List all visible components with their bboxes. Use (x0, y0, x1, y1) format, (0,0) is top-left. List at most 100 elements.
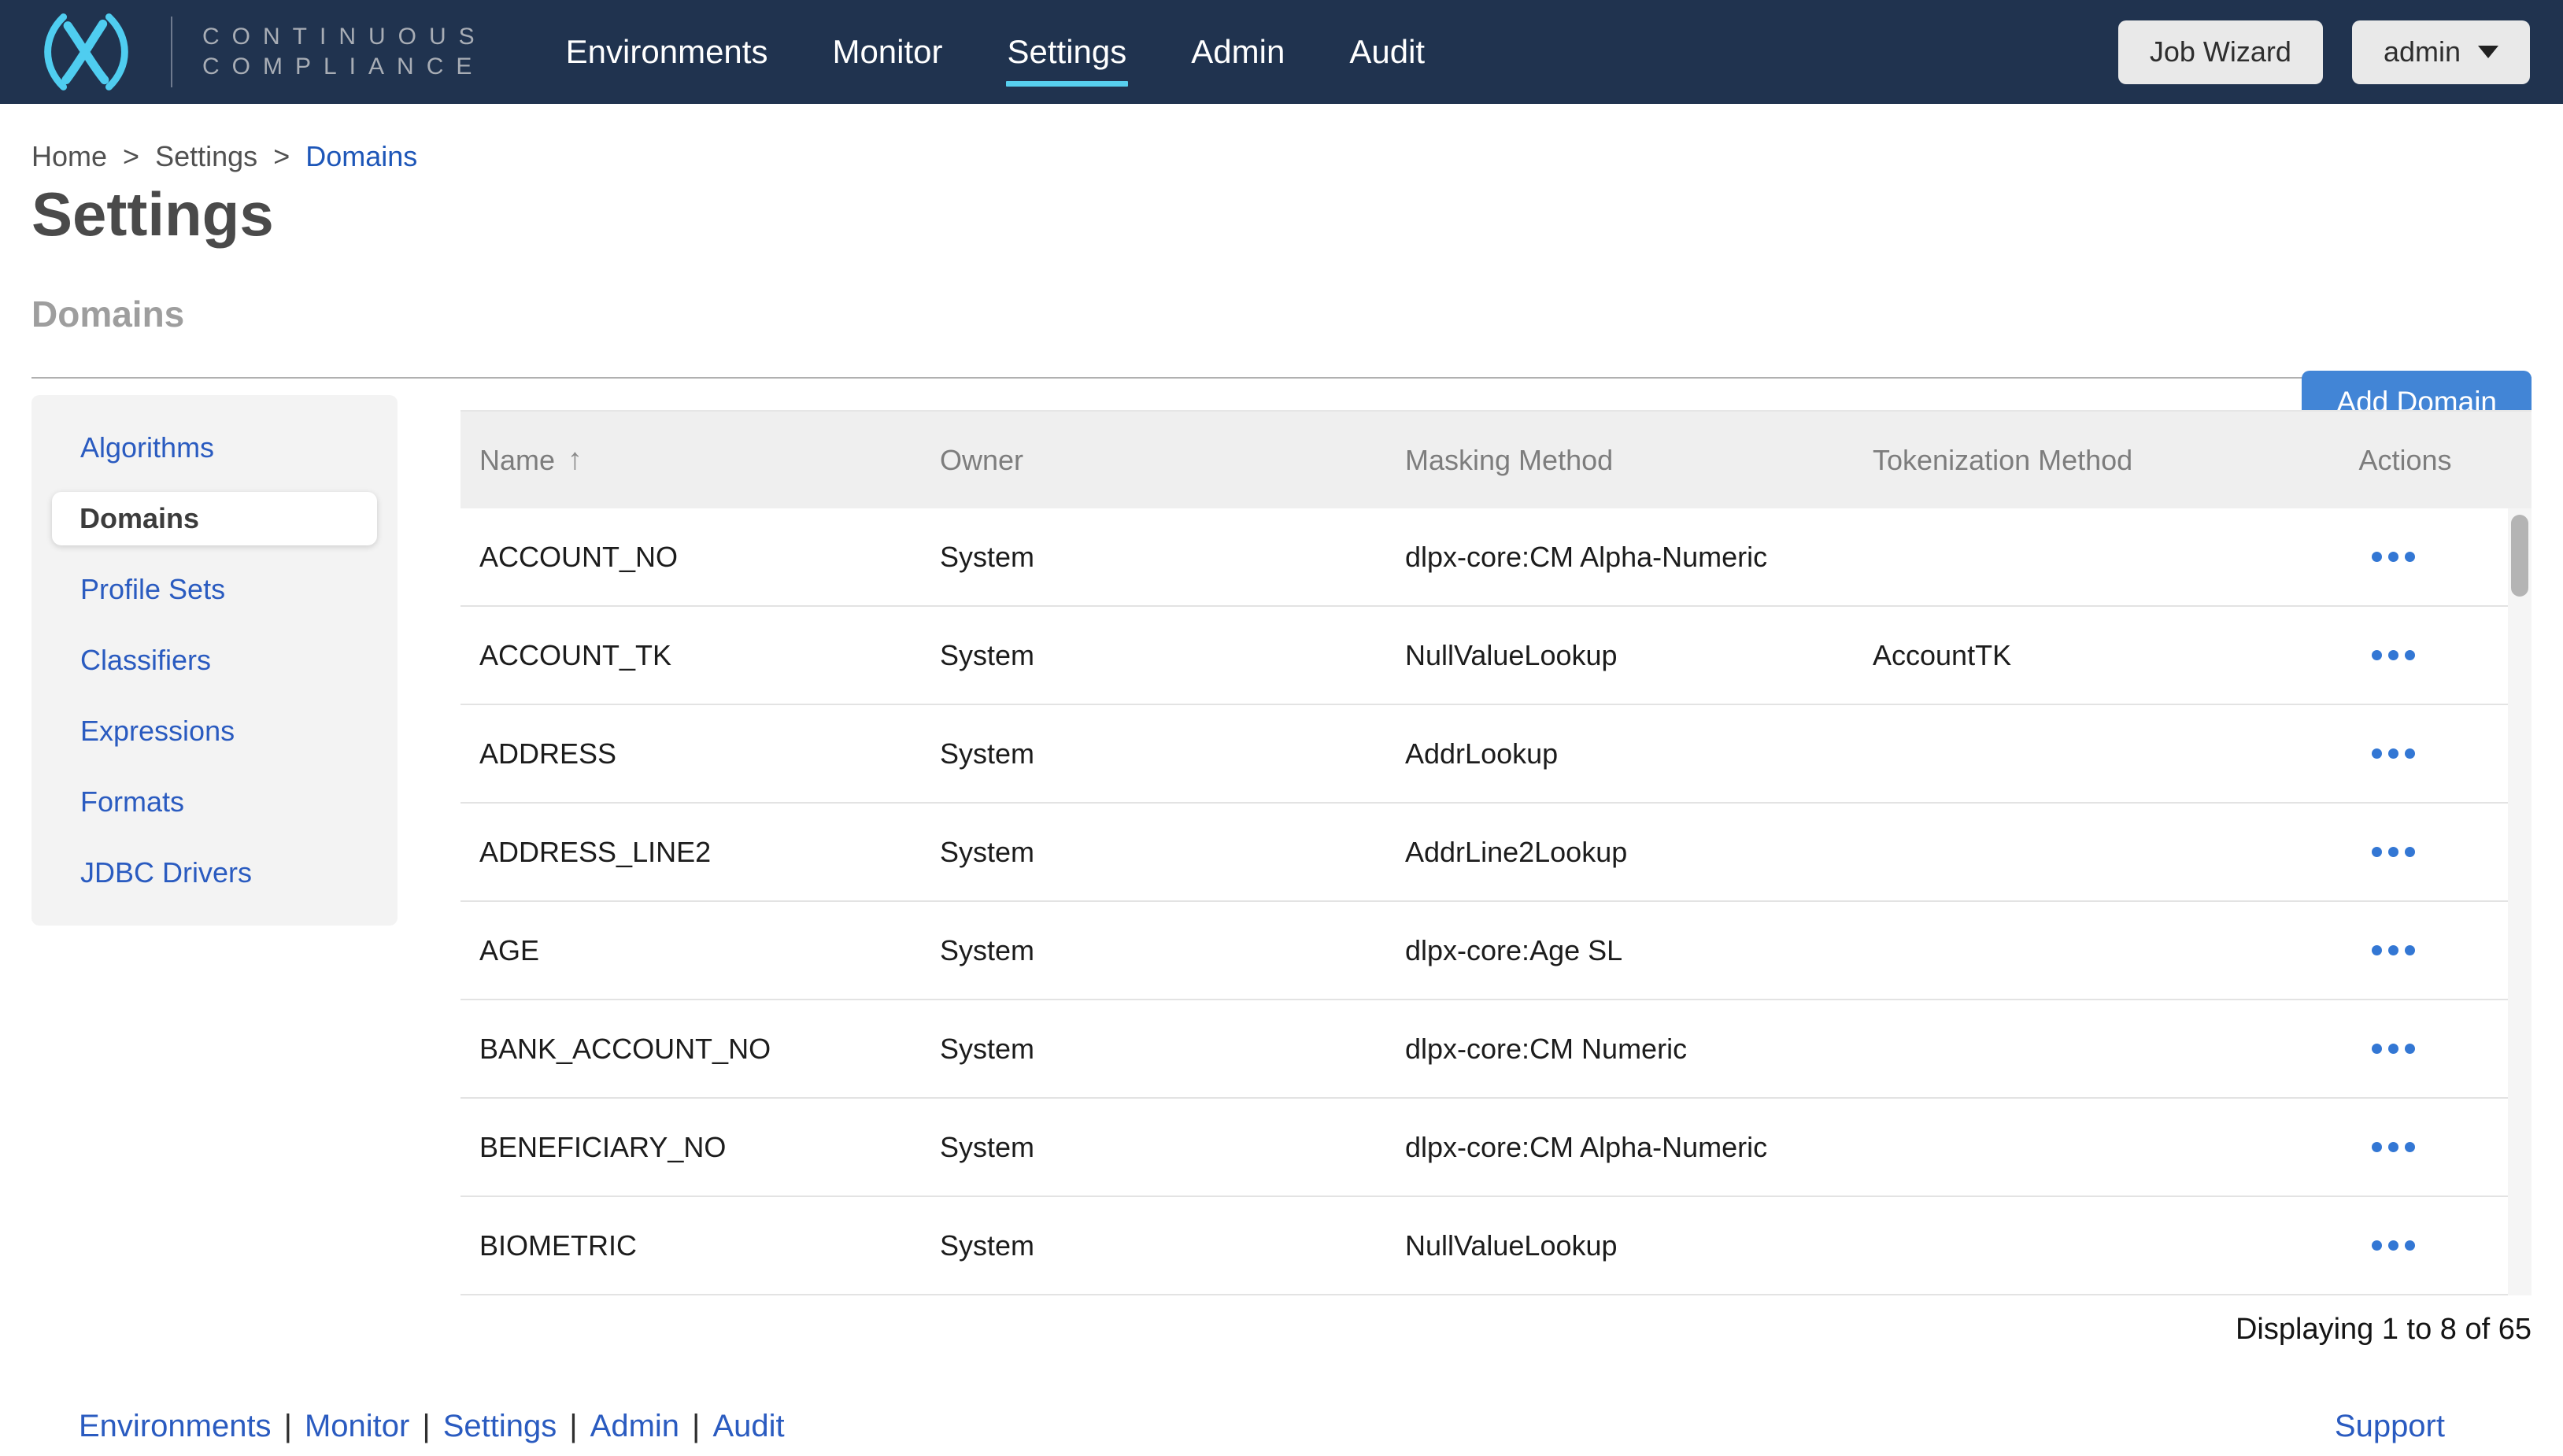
cell-masking-method: dlpx-core:CM Alpha-Numeric (1386, 1131, 1854, 1164)
cell-masking-method: AddrLookup (1386, 737, 1854, 770)
column-header-name[interactable]: Name ↑ (460, 443, 921, 477)
pagination-status: Displaying 1 to 8 of 65 (31, 1313, 2532, 1347)
table-body: ACCOUNT_NO System dlpx-core:CM Alpha-Num… (460, 508, 2508, 1295)
footer-nav: Environments | Monitor | Settings | Admi… (79, 1409, 785, 1444)
main-content: Home > Settings > Domains Settings Add D… (0, 140, 2563, 1347)
sidebar-item-label: Profile Sets (80, 573, 225, 606)
footer-link-settings[interactable]: Settings (443, 1409, 557, 1444)
primary-nav: Environments Monitor Settings Admin Audi… (566, 33, 1425, 71)
cell-name: ADDRESS_LINE2 (460, 836, 921, 869)
column-header-masking-method[interactable]: Masking Method (1386, 444, 1854, 477)
breadcrumb: Home > Settings > Domains (31, 140, 2532, 173)
sort-ascending-icon: ↑ (568, 443, 582, 477)
breadcrumb-settings[interactable]: Settings (155, 140, 257, 172)
sidebar-item-jdbc-drivers[interactable]: JDBC Drivers (31, 837, 398, 908)
sidebar-item-profile-sets[interactable]: Profile Sets (31, 554, 398, 625)
domains-table: Name ↑ Owner Masking Method Tokenization… (460, 410, 2532, 1295)
cell-owner: System (921, 639, 1386, 672)
cell-name: ACCOUNT_NO (460, 541, 921, 574)
nav-item-admin[interactable]: Admin (1191, 33, 1285, 71)
footer-separator: | (692, 1409, 700, 1444)
cell-masking-method: NullValueLookup (1386, 1229, 1854, 1262)
table-scrollbar-thumb[interactable] (2511, 515, 2528, 597)
row-actions-menu-icon[interactable] (2364, 1131, 2423, 1163)
column-header-actions: Actions (2307, 444, 2532, 477)
sidebar-item-label: Formats (80, 785, 184, 819)
footer-link-admin[interactable]: Admin (590, 1409, 679, 1444)
cell-owner: System (921, 836, 1386, 869)
nav-item-settings[interactable]: Settings (1008, 33, 1127, 71)
row-actions-menu-icon[interactable] (2364, 1033, 2423, 1065)
cell-owner: System (921, 737, 1386, 770)
sidebar-item-algorithms[interactable]: Algorithms (31, 412, 398, 483)
cell-name: ACCOUNT_TK (460, 639, 921, 672)
cell-masking-method: NullValueLookup (1386, 639, 1854, 672)
row-actions-menu-icon[interactable] (2364, 836, 2423, 868)
cell-masking-method: AddrLine2Lookup (1386, 836, 1854, 869)
cell-tokenization-method: AccountTK (1854, 639, 2307, 672)
footer-link-environments[interactable]: Environments (79, 1409, 272, 1444)
cell-owner: System (921, 1131, 1386, 1164)
top-navbar: CONTINUOUS COMPLIANCE Environments Monit… (0, 0, 2563, 104)
cell-name: BENEFICIARY_NO (460, 1131, 921, 1164)
table-row: BENEFICIARY_NO System dlpx-core:CM Alpha… (460, 1099, 2508, 1197)
navbar-actions: Job Wizard admin (2118, 20, 2530, 84)
column-header-owner[interactable]: Owner (921, 444, 1386, 477)
nav-item-environments[interactable]: Environments (566, 33, 768, 71)
table-row: AGE System dlpx-core:Age SL (460, 902, 2508, 1000)
table-row: ACCOUNT_NO System dlpx-core:CM Alpha-Num… (460, 508, 2508, 607)
footer-link-audit[interactable]: Audit (712, 1409, 784, 1444)
footer-separator: | (569, 1409, 577, 1444)
cell-masking-method: dlpx-core:Age SL (1386, 934, 1854, 967)
cell-name: BIOMETRIC (460, 1229, 921, 1262)
row-actions-menu-icon[interactable] (2364, 934, 2423, 966)
sidebar-item-domains[interactable]: Domains (52, 483, 377, 554)
brand-divider (171, 17, 172, 87)
sidebar-item-label: Classifiers (80, 644, 211, 677)
cell-name: ADDRESS (460, 737, 921, 770)
brand-name: CONTINUOUS COMPLIANCE (202, 22, 487, 82)
footer-separator: | (284, 1409, 292, 1444)
row-actions-menu-icon[interactable] (2364, 737, 2423, 770)
sidebar-item-classifiers[interactable]: Classifiers (31, 625, 398, 696)
cell-owner: System (921, 1033, 1386, 1066)
job-wizard-button[interactable]: Job Wizard (2118, 20, 2323, 84)
row-actions-menu-icon[interactable] (2364, 541, 2423, 573)
column-header-tokenization-method[interactable]: Tokenization Method (1854, 444, 2307, 477)
footer-link-monitor[interactable]: Monitor (305, 1409, 409, 1444)
table-row: BIOMETRIC System NullValueLookup (460, 1197, 2508, 1295)
table-row: ACCOUNT_TK System NullValueLookup Accoun… (460, 607, 2508, 705)
table-row: ADDRESS System AddrLookup (460, 705, 2508, 804)
brand-line-1: CONTINUOUS (202, 22, 487, 52)
caret-down-icon (2478, 46, 2498, 58)
nav-item-audit[interactable]: Audit (1349, 33, 1425, 71)
sidebar-item-formats[interactable]: Formats (31, 767, 398, 837)
table-header-row: Name ↑ Owner Masking Method Tokenization… (460, 410, 2532, 508)
sidebar-item-label: Domains (52, 492, 377, 545)
page-subtitle: Domains (31, 294, 2532, 334)
nav-item-monitor[interactable]: Monitor (832, 33, 942, 71)
sidebar-item-label: JDBC Drivers (80, 856, 252, 889)
brand-logo-link[interactable]: CONTINUOUS COMPLIANCE (33, 13, 487, 91)
breadcrumb-home[interactable]: Home (31, 140, 107, 172)
user-menu-button[interactable]: admin (2352, 20, 2530, 84)
table-row: ADDRESS_LINE2 System AddrLine2Lookup (460, 804, 2508, 902)
settings-sidebar: Algorithms Domains Profile Sets Classifi… (31, 395, 398, 926)
page-title: Settings (31, 179, 2532, 249)
sidebar-item-label: Algorithms (80, 431, 214, 464)
table-row: BANK_ACCOUNT_NO System dlpx-core:CM Nume… (460, 1000, 2508, 1099)
row-actions-menu-icon[interactable] (2364, 639, 2423, 671)
table-scrollbar-track[interactable] (2508, 508, 2532, 1295)
user-menu-label: admin (2384, 35, 2461, 68)
brand-line-2: COMPLIANCE (202, 52, 487, 82)
page-footer: Environments | Monitor | Settings | Admi… (0, 1401, 2563, 1456)
support-link[interactable]: Support (2335, 1409, 2445, 1444)
cell-owner: System (921, 1229, 1386, 1262)
row-actions-menu-icon[interactable] (2364, 1229, 2423, 1262)
cell-owner: System (921, 541, 1386, 574)
footer-separator: | (422, 1409, 430, 1444)
sidebar-item-label: Expressions (80, 715, 235, 748)
delphix-logo-icon (33, 13, 139, 91)
breadcrumb-domains[interactable]: Domains (305, 140, 417, 172)
sidebar-item-expressions[interactable]: Expressions (31, 696, 398, 767)
